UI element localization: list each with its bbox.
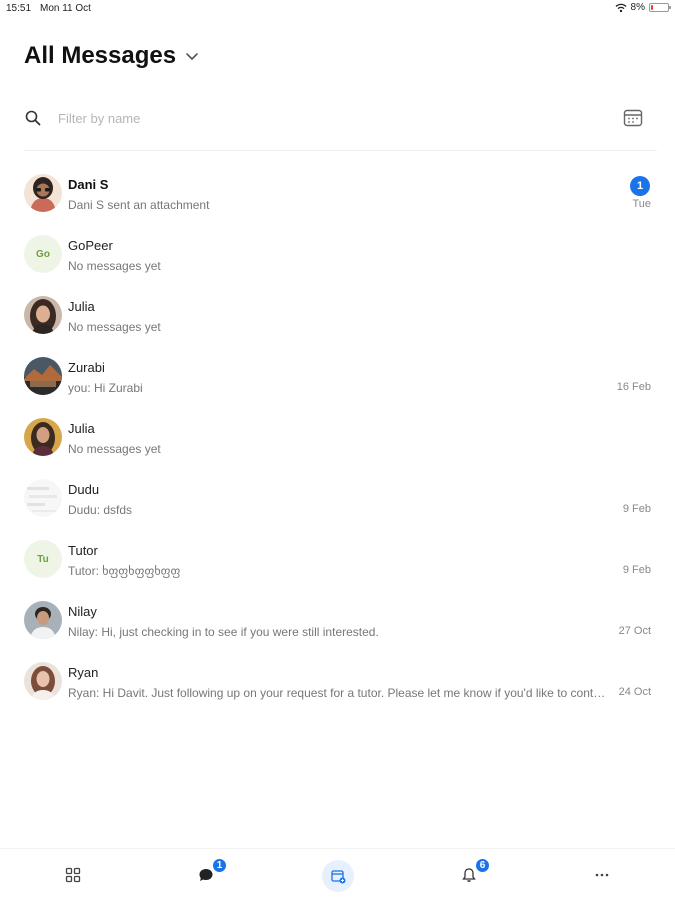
message-preview: Dudu: dsfds bbox=[68, 503, 133, 517]
calendar-icon[interactable] bbox=[622, 107, 644, 129]
avatar bbox=[24, 479, 62, 517]
message-preview: No messages yet bbox=[68, 442, 161, 456]
contact-name: Zurabi bbox=[68, 360, 105, 375]
notifications-badge: 6 bbox=[474, 857, 491, 874]
avatar bbox=[24, 174, 62, 212]
contact-name: Tutor bbox=[68, 543, 98, 558]
message-date: 24 Oct bbox=[618, 686, 651, 698]
contact-name: Julia bbox=[68, 421, 95, 436]
status-time: 15:51 bbox=[6, 3, 32, 14]
avatar bbox=[24, 418, 62, 456]
wifi-icon bbox=[615, 3, 627, 12]
message-date: 9 Feb bbox=[622, 564, 651, 576]
divider bbox=[24, 150, 657, 151]
avatar bbox=[24, 296, 62, 334]
avatar-initials: Tu bbox=[24, 540, 62, 578]
search-input[interactable] bbox=[58, 110, 578, 126]
search-icon bbox=[25, 110, 41, 126]
messages-badge: 1 bbox=[211, 857, 228, 874]
nav-more[interactable] bbox=[590, 863, 614, 887]
message-preview: Dani S sent an attachment bbox=[68, 198, 210, 212]
conversation-item[interactable]: Nilay Nilay: Hi, just checking in to see… bbox=[0, 591, 675, 652]
message-date: 16 Feb bbox=[616, 381, 651, 393]
battery-icon bbox=[649, 3, 671, 12]
contact-name: Nilay bbox=[68, 604, 97, 619]
message-preview: Tutor: ხფფხფფხფფ bbox=[68, 564, 181, 578]
conversation-item[interactable]: Dani S Dani S sent an attachment 1 Tue bbox=[0, 164, 675, 225]
nav-dashboard[interactable] bbox=[61, 863, 85, 887]
page-title: All Messages bbox=[24, 42, 177, 69]
filter-bar bbox=[24, 100, 652, 136]
conversation-list: Dani S Dani S sent an attachment 1 Tue G… bbox=[0, 164, 675, 713]
conversation-item[interactable]: Ryan Ryan: Hi Davit. Just following up o… bbox=[0, 652, 675, 713]
bottom-nav: 1 6 bbox=[0, 848, 675, 900]
conversation-item[interactable]: Dudu Dudu: dsfds 9 Feb bbox=[0, 469, 675, 530]
message-date: 9 Feb bbox=[622, 503, 651, 515]
chevron-down-icon[interactable] bbox=[184, 48, 200, 64]
conversation-item[interactable]: Zurabi you: Hi Zurabi 16 Feb bbox=[0, 347, 675, 408]
grid-icon bbox=[65, 867, 81, 883]
status-date: Mon 11 Oct bbox=[40, 3, 91, 14]
message-preview: No messages yet bbox=[68, 259, 161, 273]
nav-messages[interactable]: 1 bbox=[194, 857, 228, 887]
conversation-item[interactable]: Julia No messages yet bbox=[0, 408, 675, 469]
avatar-initials: Go bbox=[24, 235, 62, 273]
message-date: 27 Oct bbox=[618, 625, 651, 637]
message-preview: Ryan: Hi Davit. Just following up on you… bbox=[68, 686, 606, 700]
avatar bbox=[24, 357, 62, 395]
contact-name: GoPeer bbox=[68, 238, 113, 253]
nav-notifications[interactable]: 6 bbox=[457, 857, 491, 887]
message-preview: No messages yet bbox=[68, 320, 161, 334]
contact-name: Dani S bbox=[68, 177, 109, 192]
contact-name: Ryan bbox=[68, 665, 99, 680]
battery-percent: 8% bbox=[630, 2, 645, 13]
status-indicators: 8% bbox=[615, 2, 671, 13]
conversation-item[interactable]: Julia No messages yet bbox=[0, 286, 675, 347]
unread-badge: 1 bbox=[630, 176, 650, 196]
message-date: Tue bbox=[632, 198, 651, 210]
calendar-add-icon bbox=[331, 870, 346, 884]
conversation-item[interactable]: Go GoPeer No messages yet bbox=[0, 225, 675, 286]
message-preview: you: Hi Zurabi bbox=[68, 381, 143, 395]
status-bar: 15:51 Mon 11 Oct 8% bbox=[0, 0, 675, 18]
contact-name: Julia bbox=[68, 299, 95, 314]
nav-schedule[interactable] bbox=[322, 860, 354, 892]
contact-name: Dudu bbox=[68, 482, 100, 497]
conversation-item[interactable]: Tu Tutor Tutor: ხფფხფფხფფ 9 Feb bbox=[0, 530, 675, 591]
avatar bbox=[24, 601, 62, 639]
more-icon bbox=[595, 873, 609, 877]
avatar bbox=[24, 662, 62, 700]
page-header[interactable]: All Messages bbox=[24, 42, 200, 70]
message-preview: Nilay: Hi, just checking in to see if yo… bbox=[68, 625, 379, 639]
